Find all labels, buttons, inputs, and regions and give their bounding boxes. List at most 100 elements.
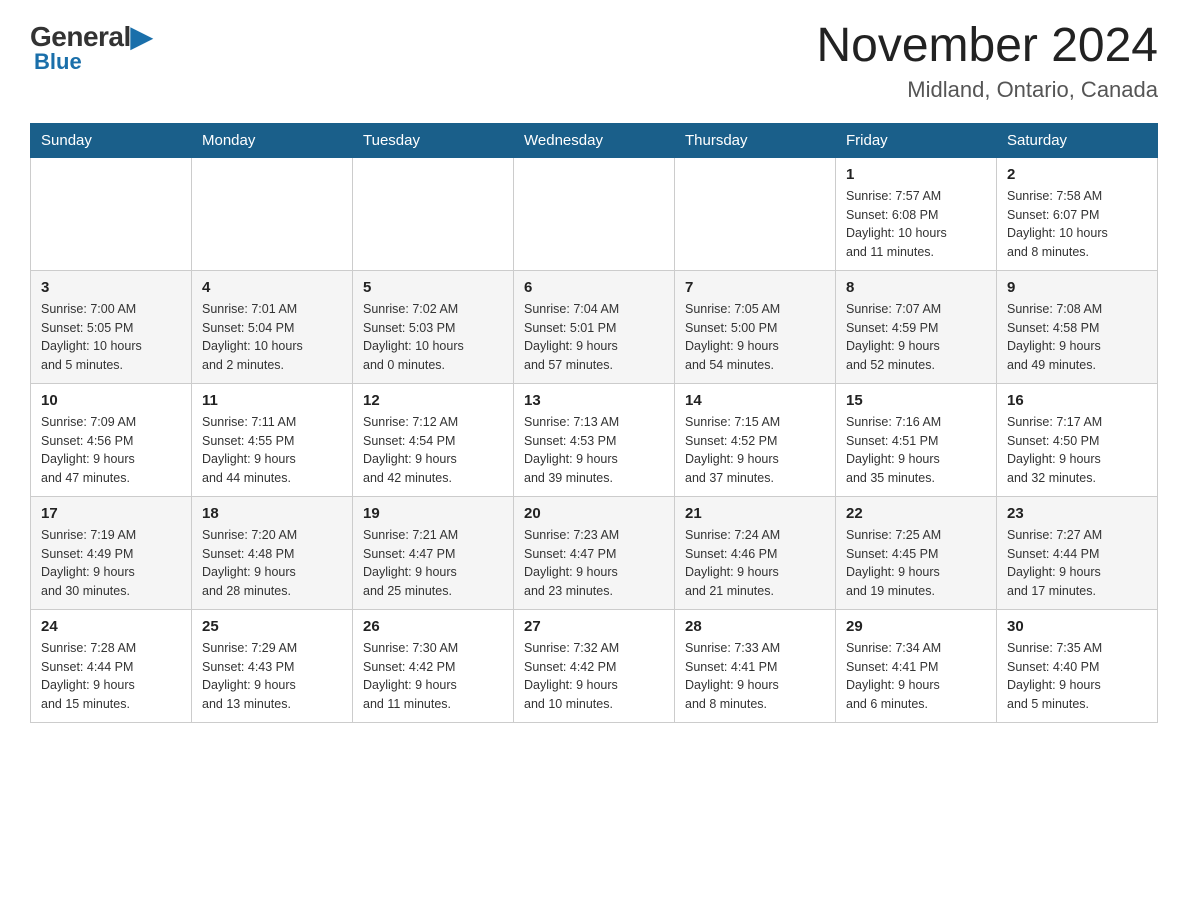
location-subtitle: Midland, Ontario, Canada — [816, 77, 1158, 103]
col-tuesday: Tuesday — [353, 123, 514, 157]
day-number: 4 — [202, 279, 342, 296]
day-number: 12 — [363, 392, 503, 409]
day-info: Sunrise: 7:01 AMSunset: 5:04 PMDaylight:… — [202, 300, 342, 375]
day-number: 1 — [846, 166, 986, 183]
logo: General▶ Blue — [30, 20, 152, 75]
table-row: 27 Sunrise: 7:32 AMSunset: 4:42 PMDayligh… — [514, 609, 675, 722]
day-info: Sunrise: 7:02 AMSunset: 5:03 PMDaylight:… — [363, 300, 503, 375]
day-number: 19 — [363, 505, 503, 522]
table-row — [514, 157, 675, 270]
day-number: 15 — [846, 392, 986, 409]
day-number: 5 — [363, 279, 503, 296]
table-row: 21Sunrise: 7:24 AMSunset: 4:46 PMDayligh… — [675, 496, 836, 609]
col-friday: Friday — [836, 123, 997, 157]
logo-icon-triangle: ▶ — [131, 21, 152, 52]
day-number: 22 — [846, 505, 986, 522]
day-number: 21 — [685, 505, 825, 522]
table-row: 8 Sunrise: 7:07 AMSunset: 4:59 PMDaylight… — [836, 270, 997, 383]
day-number: 2 — [1007, 166, 1147, 183]
logo-bottom: Blue — [34, 49, 82, 75]
table-row: 18Sunrise: 7:20 AMSunset: 4:48 PMDayligh… — [192, 496, 353, 609]
day-info: Sunrise: 7:15 AMSunset: 4:52 PMDaylight:… — [685, 413, 825, 488]
day-number: 10 — [41, 392, 181, 409]
table-row: 30Sunrise: 7:35 AMSunset: 4:40 PMDayligh… — [997, 609, 1158, 722]
table-row: 24 Sunrise: 7:28 AMSunset: 4:44 PMDayligh… — [31, 609, 192, 722]
day-info: Sunrise: 7:09 AMSunset: 4:56 PMDaylight:… — [41, 413, 181, 488]
table-row: 22 Sunrise: 7:25 AMSunset: 4:45 PMDayligh… — [836, 496, 997, 609]
calendar-table: Sunday Monday Tuesday Wednesday Thursday… — [30, 123, 1158, 723]
day-number: 14 — [685, 392, 825, 409]
table-row — [192, 157, 353, 270]
table-row — [31, 157, 192, 270]
day-number: 25 — [202, 618, 342, 635]
table-row: 12 Sunrise: 7:12 AMSunset: 4:54 PMDayligh… — [353, 383, 514, 496]
col-thursday: Thursday — [675, 123, 836, 157]
day-info: Sunrise: 7:00 AMSunset: 5:05 PMDaylight:… — [41, 300, 181, 375]
table-row — [675, 157, 836, 270]
table-row: 3 Sunrise: 7:00 AMSunset: 5:05 PMDaylight… — [31, 270, 192, 383]
day-info: Sunrise: 7:11 AMSunset: 4:55 PMDaylight:… — [202, 413, 342, 488]
day-number: 17 — [41, 505, 181, 522]
day-info: Sunrise: 7:23 AMSunset: 4:47 PMDaylight:… — [524, 526, 664, 601]
day-number: 6 — [524, 279, 664, 296]
day-info: Sunrise: 7:04 AMSunset: 5:01 PMDaylight:… — [524, 300, 664, 375]
day-info: Sunrise: 7:17 AMSunset: 4:50 PMDaylight:… — [1007, 413, 1147, 488]
table-row: 17Sunrise: 7:19 AMSunset: 4:49 PMDayligh… — [31, 496, 192, 609]
day-info: Sunrise: 7:30 AMSunset: 4:42 PMDaylight:… — [363, 639, 503, 714]
table-row: 14 Sunrise: 7:15 AMSunset: 4:52 PMDayligh… — [675, 383, 836, 496]
table-row: 13 Sunrise: 7:13 AMSunset: 4:53 PMDayligh… — [514, 383, 675, 496]
table-row: 26 Sunrise: 7:30 AMSunset: 4:42 PMDayligh… — [353, 609, 514, 722]
table-row: 20 Sunrise: 7:23 AMSunset: 4:47 PMDayligh… — [514, 496, 675, 609]
day-number: 8 — [846, 279, 986, 296]
day-info: Sunrise: 7:34 AMSunset: 4:41 PMDaylight:… — [846, 639, 986, 714]
table-row: 25 Sunrise: 7:29 AMSunset: 4:43 PMDayligh… — [192, 609, 353, 722]
table-row: 23 Sunrise: 7:27 AMSunset: 4:44 PMDayligh… — [997, 496, 1158, 609]
table-row: 16Sunrise: 7:17 AMSunset: 4:50 PMDayligh… — [997, 383, 1158, 496]
day-number: 13 — [524, 392, 664, 409]
day-info: Sunrise: 7:27 AMSunset: 4:44 PMDaylight:… — [1007, 526, 1147, 601]
day-info: Sunrise: 7:16 AMSunset: 4:51 PMDaylight:… — [846, 413, 986, 488]
day-info: Sunrise: 7:07 AMSunset: 4:59 PMDaylight:… — [846, 300, 986, 375]
col-saturday: Saturday — [997, 123, 1158, 157]
day-number: 23 — [1007, 505, 1147, 522]
day-info: Sunrise: 7:12 AMSunset: 4:54 PMDaylight:… — [363, 413, 503, 488]
day-info: Sunrise: 7:13 AMSunset: 4:53 PMDaylight:… — [524, 413, 664, 488]
day-number: 7 — [685, 279, 825, 296]
day-number: 9 — [1007, 279, 1147, 296]
calendar-header-row: Sunday Monday Tuesday Wednesday Thursday… — [31, 123, 1158, 157]
day-info: Sunrise: 7:32 AMSunset: 4:42 PMDaylight:… — [524, 639, 664, 714]
table-row: 4 Sunrise: 7:01 AMSunset: 5:04 PMDaylight… — [192, 270, 353, 383]
table-row: 7Sunrise: 7:05 AMSunset: 5:00 PMDaylight… — [675, 270, 836, 383]
day-info: Sunrise: 7:25 AMSunset: 4:45 PMDaylight:… — [846, 526, 986, 601]
day-number: 28 — [685, 618, 825, 635]
day-number: 26 — [363, 618, 503, 635]
day-number: 11 — [202, 392, 342, 409]
table-row: 15 Sunrise: 7:16 AMSunset: 4:51 PMDayligh… — [836, 383, 997, 496]
month-year-title: November 2024 — [816, 20, 1158, 73]
table-row: 5 Sunrise: 7:02 AMSunset: 5:03 PMDaylight… — [353, 270, 514, 383]
day-number: 20 — [524, 505, 664, 522]
col-monday: Monday — [192, 123, 353, 157]
day-info: Sunrise: 7:35 AMSunset: 4:40 PMDaylight:… — [1007, 639, 1147, 714]
calendar-week-4: 17Sunrise: 7:19 AMSunset: 4:49 PMDayligh… — [31, 496, 1158, 609]
day-info: Sunrise: 7:21 AMSunset: 4:47 PMDaylight:… — [363, 526, 503, 601]
day-number: 27 — [524, 618, 664, 635]
day-info: Sunrise: 7:28 AMSunset: 4:44 PMDaylight:… — [41, 639, 181, 714]
table-row: 29 Sunrise: 7:34 AMSunset: 4:41 PMDayligh… — [836, 609, 997, 722]
table-row: 19 Sunrise: 7:21 AMSunset: 4:47 PMDayligh… — [353, 496, 514, 609]
calendar-week-5: 24 Sunrise: 7:28 AMSunset: 4:44 PMDayligh… — [31, 609, 1158, 722]
table-row: 9Sunrise: 7:08 AMSunset: 4:58 PMDaylight… — [997, 270, 1158, 383]
calendar-week-1: 1Sunrise: 7:57 AMSunset: 6:08 PMDaylight… — [31, 157, 1158, 270]
day-number: 29 — [846, 618, 986, 635]
table-row: 11 Sunrise: 7:11 AMSunset: 4:55 PMDayligh… — [192, 383, 353, 496]
day-info: Sunrise: 7:58 AMSunset: 6:07 PMDaylight:… — [1007, 187, 1147, 262]
calendar-week-3: 10 Sunrise: 7:09 AMSunset: 4:56 PMDayligh… — [31, 383, 1158, 496]
day-info: Sunrise: 7:33 AMSunset: 4:41 PMDaylight:… — [685, 639, 825, 714]
col-sunday: Sunday — [31, 123, 192, 157]
table-row: 10 Sunrise: 7:09 AMSunset: 4:56 PMDayligh… — [31, 383, 192, 496]
day-info: Sunrise: 7:29 AMSunset: 4:43 PMDaylight:… — [202, 639, 342, 714]
day-number: 3 — [41, 279, 181, 296]
page-header: General▶ Blue November 2024 Midland, Ont… — [30, 20, 1158, 103]
day-number: 24 — [41, 618, 181, 635]
table-row: 28 Sunrise: 7:33 AMSunset: 4:41 PMDayligh… — [675, 609, 836, 722]
